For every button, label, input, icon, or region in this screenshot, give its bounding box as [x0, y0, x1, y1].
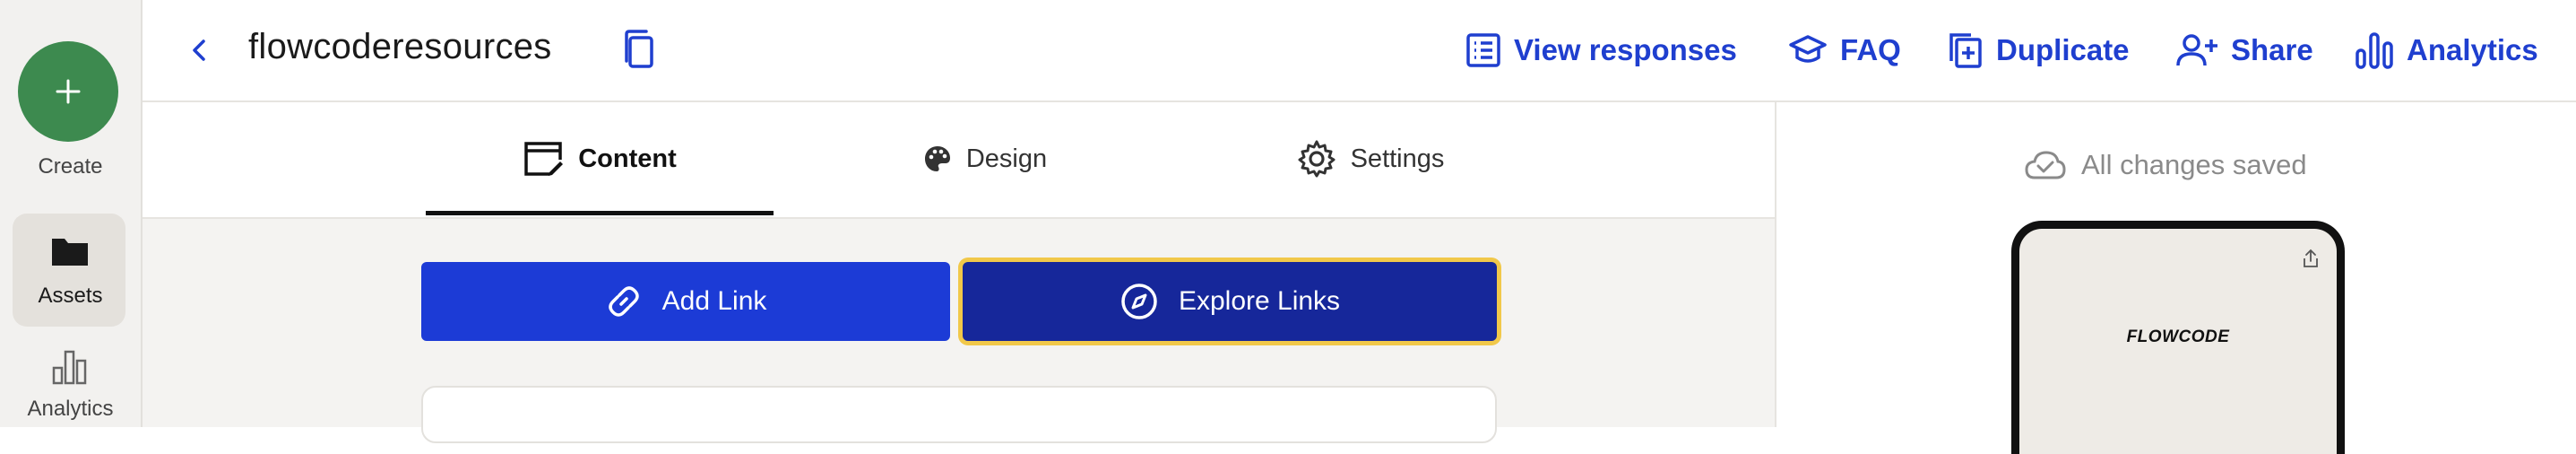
- duplicate-icon: [1949, 33, 1982, 68]
- graduation-cap-icon: [1789, 35, 1827, 63]
- faq-label: FAQ: [1840, 33, 1901, 66]
- view-responses-label: View responses: [1514, 33, 1737, 66]
- tab-settings[interactable]: Settings: [1227, 102, 1514, 215]
- add-link-label: Add Link: [661, 286, 767, 316]
- bar-chart-icon[interactable]: [50, 346, 90, 386]
- page-title: flowcoderesources: [248, 27, 552, 66]
- add-user-icon: [2176, 34, 2217, 66]
- analytics-button[interactable]: Analytics: [2355, 27, 2538, 74]
- left-rail: Create Assets Analytics: [0, 0, 143, 427]
- folder-icon: [52, 239, 88, 266]
- link-icon: [608, 286, 639, 317]
- chevron-left-icon: [193, 39, 205, 61]
- content-edit-icon: [524, 142, 564, 176]
- sidebar-item-analytics-label[interactable]: Analytics: [0, 397, 141, 422]
- cloud-check-icon: [2025, 151, 2066, 179]
- compass-icon: [1121, 284, 1157, 319]
- sidebar-item-assets[interactable]: [13, 214, 125, 327]
- share-button[interactable]: Share: [2175, 27, 2313, 74]
- top-header: flowcoderesources View responses FAQ Dup…: [143, 0, 2576, 102]
- copy-icon[interactable]: [618, 27, 662, 72]
- duplicate-label: Duplicate: [1996, 33, 2130, 66]
- editor-tabs: Content Design Settings: [143, 102, 1775, 219]
- faq-button[interactable]: FAQ: [1788, 27, 1901, 74]
- palette-icon: [924, 146, 950, 171]
- save-status: All changes saved: [2024, 149, 2307, 181]
- tab-content[interactable]: Content: [426, 102, 774, 215]
- explore-links-label: Explore Links: [1178, 286, 1341, 316]
- sidebar-item-assets-label: Assets: [38, 284, 103, 308]
- tab-design[interactable]: Design: [860, 102, 1111, 215]
- list-icon: [1466, 33, 1500, 67]
- gear-icon: [1298, 140, 1336, 178]
- share-icon[interactable]: [2301, 249, 2321, 268]
- save-status-label: All changes saved: [2081, 149, 2307, 180]
- tab-design-label: Design: [965, 144, 1048, 173]
- add-link-button[interactable]: Add Link: [421, 262, 950, 341]
- analytics-label: Analytics: [2407, 33, 2538, 66]
- back-button[interactable]: [182, 32, 218, 68]
- create-label: Create: [38, 154, 103, 179]
- active-tab-indicator: [426, 211, 774, 215]
- duplicate-button[interactable]: Duplicate: [1948, 27, 2130, 74]
- explore-links-button[interactable]: Explore Links: [963, 262, 1497, 341]
- create-button[interactable]: [18, 41, 118, 142]
- analytics-icon: [2356, 32, 2393, 69]
- preview-brand-logo: FLOWCODE: [2126, 327, 2230, 346]
- view-responses-button[interactable]: View responses: [1465, 27, 1737, 74]
- plus-icon: [56, 79, 81, 104]
- tab-content-label: Content: [578, 144, 677, 173]
- tab-settings-label: Settings: [1350, 144, 1445, 173]
- phone-preview: FLOWCODE: [2011, 221, 2345, 454]
- share-label: Share: [2231, 33, 2313, 66]
- link-card: [421, 386, 1497, 443]
